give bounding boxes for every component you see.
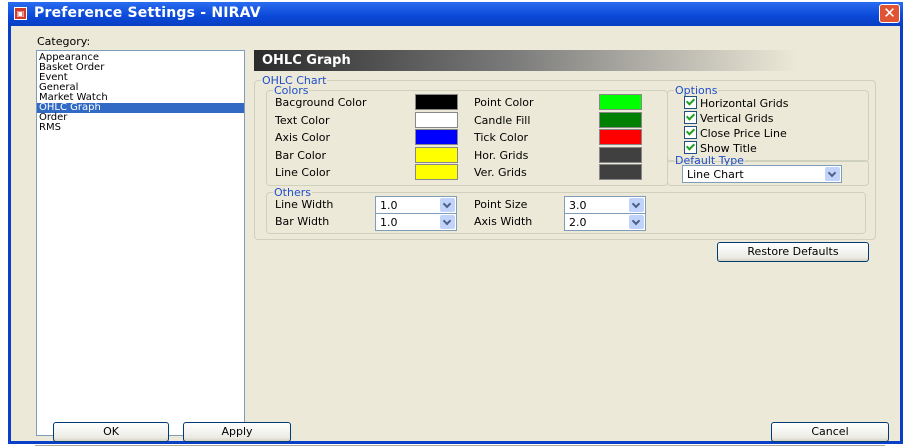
candle-fill-swatch[interactable]: [599, 112, 642, 128]
panel-header: OHLC Graph: [254, 50, 894, 71]
chevron-down-icon[interactable]: [629, 198, 644, 212]
ok-button[interactable]: OK: [53, 422, 169, 442]
category-label: Category:: [37, 35, 91, 48]
axis-width-label: Axis Width: [474, 215, 533, 228]
category-item-order[interactable]: Order: [37, 113, 244, 123]
cancel-button[interactable]: Cancel: [771, 422, 889, 442]
point-size-label: Point Size: [474, 198, 528, 211]
ver-grids-swatch[interactable]: [599, 164, 642, 180]
background-color-label: Bacground Color: [275, 96, 367, 109]
hor-grids-label: Hor. Grids: [474, 149, 529, 162]
default-type-select[interactable]: Line Chart: [682, 165, 842, 183]
point-size-select[interactable]: 3.0: [564, 196, 646, 214]
chevron-down-icon[interactable]: [440, 215, 455, 229]
bar-color-label: Bar Color: [275, 149, 327, 162]
axis-color-swatch[interactable]: [415, 129, 458, 145]
axis-width-value: 2.0: [569, 216, 587, 229]
bar-width-label: Bar Width: [275, 215, 330, 228]
app-icon: ▣: [14, 7, 27, 20]
window-title: Preference Settings - NIRAV: [34, 5, 261, 21]
default-type-value: Line Chart: [687, 168, 744, 181]
checkbox-checked-icon: [684, 126, 697, 139]
bar-width-value: 1.0: [380, 216, 398, 229]
show-title-checkbox[interactable]: Show Title: [684, 141, 757, 155]
preference-settings-window: ▣ Preference Settings - NIRAV ✕ Category…: [8, 2, 903, 447]
tick-color-swatch[interactable]: [599, 129, 642, 145]
apply-button[interactable]: Apply: [183, 422, 291, 442]
ver-grids-label: Ver. Grids: [474, 166, 527, 179]
line-width-value: 1.0: [380, 199, 398, 212]
line-color-label: Line Color: [275, 166, 331, 179]
category-item-ohlc-graph[interactable]: OHLC Graph: [37, 103, 244, 113]
checkbox-checked-icon: [684, 96, 697, 109]
panel-title: OHLC Graph: [262, 53, 351, 68]
bar-color-swatch[interactable]: [415, 147, 458, 163]
point-color-label: Point Color: [474, 96, 534, 109]
hor-grids-swatch[interactable]: [599, 147, 642, 163]
close-icon: ✕: [883, 4, 896, 22]
category-item-basket-order[interactable]: Basket Order: [37, 63, 244, 73]
horizontal-grids-checkbox[interactable]: Horizontal Grids: [684, 96, 788, 110]
vertical-grids-checkbox[interactable]: Vertical Grids: [684, 111, 774, 125]
dialog-body: Category: Appearance Basket Order Event …: [11, 26, 900, 447]
tick-color-label: Tick Color: [474, 131, 529, 144]
checkbox-checked-icon: [684, 111, 697, 124]
text-color-swatch[interactable]: [415, 112, 458, 128]
candle-fill-label: Candle Fill: [474, 114, 531, 127]
chevron-down-icon[interactable]: [825, 167, 840, 181]
horizontal-grids-label: Horizontal Grids: [700, 97, 789, 110]
restore-defaults-button[interactable]: Restore Defaults: [717, 242, 869, 262]
point-color-swatch[interactable]: [599, 94, 642, 110]
chevron-down-icon[interactable]: [440, 198, 455, 212]
close-price-line-checkbox[interactable]: Close Price Line: [684, 126, 787, 140]
title-bar[interactable]: ▣ Preference Settings - NIRAV ✕: [8, 2, 903, 26]
point-size-value: 3.0: [569, 199, 587, 212]
line-color-swatch[interactable]: [415, 164, 458, 180]
line-width-label: Line Width: [275, 198, 334, 211]
close-price-line-label: Close Price Line: [700, 127, 787, 140]
category-item-rms[interactable]: RMS: [37, 123, 244, 133]
bar-width-select[interactable]: 1.0: [375, 213, 457, 231]
category-list[interactable]: Appearance Basket Order Event General Ma…: [36, 50, 245, 436]
text-color-label: Text Color: [275, 114, 330, 127]
checkbox-checked-icon: [684, 141, 697, 154]
background-color-swatch[interactable]: [415, 94, 458, 110]
line-width-select[interactable]: 1.0: [375, 196, 457, 214]
axis-color-label: Axis Color: [275, 131, 331, 144]
close-button[interactable]: ✕: [879, 4, 900, 23]
chevron-down-icon[interactable]: [629, 215, 644, 229]
vertical-grids-label: Vertical Grids: [700, 112, 774, 125]
axis-width-select[interactable]: 2.0: [564, 213, 646, 231]
